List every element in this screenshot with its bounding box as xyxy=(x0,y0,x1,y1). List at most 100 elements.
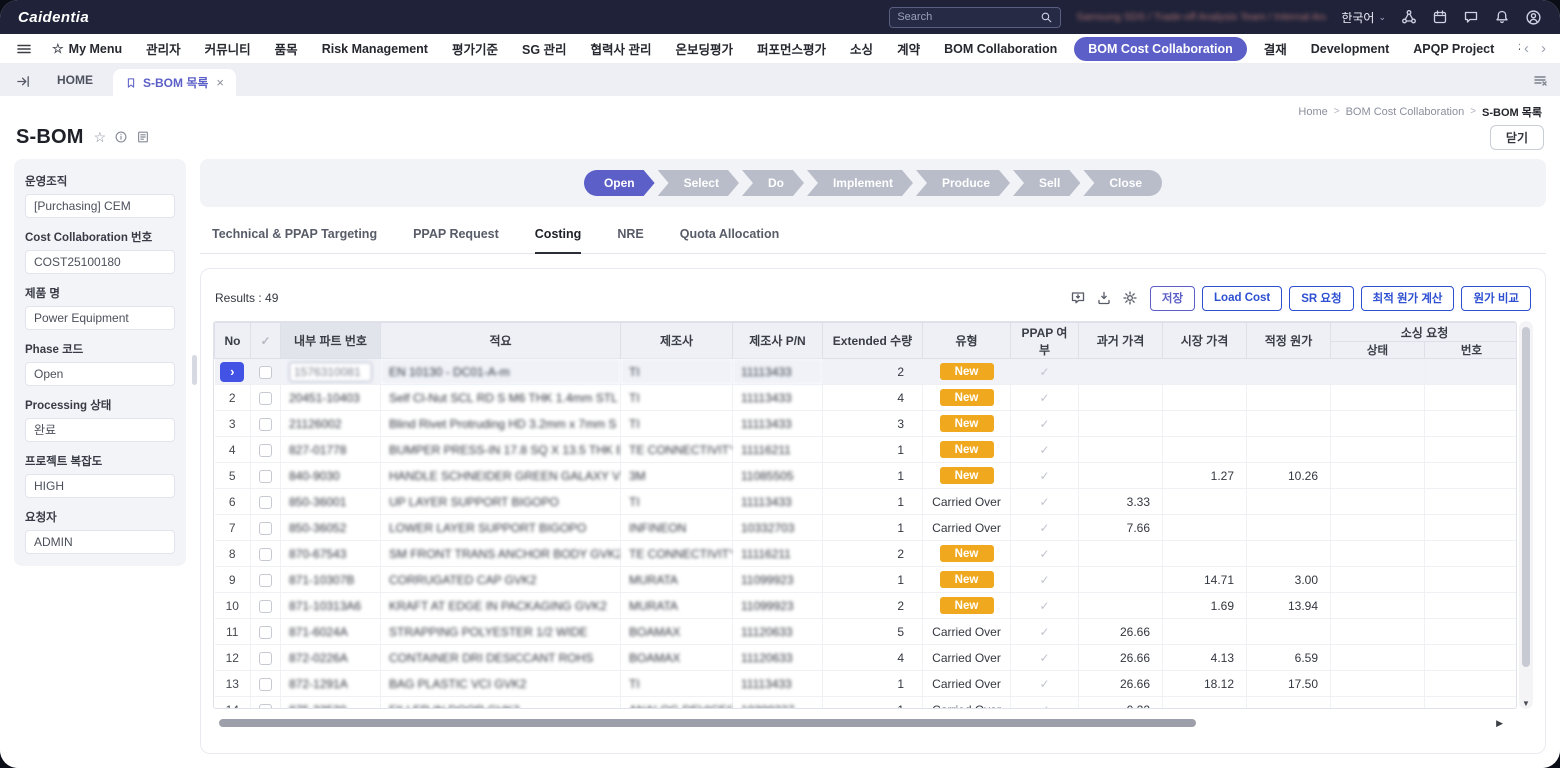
search-input[interactable] xyxy=(897,11,1040,23)
tab-quota-allocation[interactable]: Quota Allocation xyxy=(680,227,780,253)
horizontal-scrollbar-thumb[interactable] xyxy=(219,719,1196,727)
menu-item-apqp-project[interactable]: APQP Project xyxy=(1401,42,1506,56)
row-checkbox[interactable] xyxy=(259,444,272,457)
calendar-icon[interactable] xyxy=(1432,9,1448,25)
menu-item-온보딩평가[interactable]: 온보딩평가 xyxy=(664,39,746,58)
row-checkbox[interactable] xyxy=(259,392,272,405)
field-value-input[interactable]: 완료 xyxy=(25,418,175,442)
table-row[interactable]: 8870-67543SM FRONT TRANS ANCHOR BODY GVK… xyxy=(215,541,1518,567)
field-value-input[interactable]: Power Equipment xyxy=(25,306,175,330)
table-row[interactable]: 321126002Blind Rivet Protruding HD 3.2mm… xyxy=(215,411,1518,437)
breadcrumb-item[interactable]: S-BOM 목록 xyxy=(1482,104,1542,120)
phase-step-implement[interactable]: Implement xyxy=(807,170,913,196)
table-row[interactable]: 13872-1291ABAG PLASTIC VCI GVK2TI1111343… xyxy=(215,671,1518,697)
table-row[interactable]: 14875-33530FILLER IN DOOR GVK2ANALOG DEV… xyxy=(215,697,1518,710)
phase-step-select[interactable]: Select xyxy=(658,170,739,196)
column-header-sourcing-status[interactable]: 상태 xyxy=(1331,342,1425,359)
menu-item-결[interactable]: 결 xyxy=(1506,39,1520,58)
menu-item-결재[interactable]: 결재 xyxy=(1252,39,1299,58)
favorite-star-icon[interactable]: ☆ xyxy=(94,129,107,146)
tab-home[interactable]: HOME xyxy=(41,73,109,87)
table-row[interactable]: 5840-9030HANDLE SCHNEIDER GREEN GALAXY V… xyxy=(215,463,1518,489)
scroll-down-icon[interactable]: ▼ xyxy=(1519,699,1533,708)
column-header-mfr[interactable]: 제조사 xyxy=(621,323,733,359)
menu-scroll-left-icon[interactable]: ‹ xyxy=(1524,40,1529,57)
menu-item-bom-collaboration[interactable]: BOM Collaboration xyxy=(932,42,1069,56)
row-checkbox[interactable] xyxy=(259,548,272,561)
menu-item-sg-관리[interactable]: SG 관리 xyxy=(510,39,579,58)
settings-gear-icon[interactable] xyxy=(1122,290,1138,306)
row-checkbox[interactable] xyxy=(259,652,272,665)
row-checkbox[interactable] xyxy=(259,366,272,379)
global-search[interactable] xyxy=(889,7,1061,28)
collapse-sidebar-icon[interactable] xyxy=(16,74,31,89)
menu-item-development[interactable]: Development xyxy=(1299,42,1402,56)
scroll-right-icon[interactable]: ▶ xyxy=(1496,718,1503,729)
close-page-button[interactable]: 닫기 xyxy=(1490,125,1544,150)
row-checkbox[interactable] xyxy=(259,678,272,691)
column-header-sourcing-no[interactable]: 번호 xyxy=(1425,342,1518,359)
row-checkbox[interactable] xyxy=(259,522,272,535)
field-value-input[interactable]: Open xyxy=(25,362,175,386)
tab-nre[interactable]: NRE xyxy=(617,227,643,253)
close-all-tabs-icon[interactable] xyxy=(1532,72,1548,88)
table-row[interactable]: 7850-36052LOWER LAYER SUPPORT BIGOPOINFI… xyxy=(215,515,1518,541)
table-row[interactable]: ›1576310081EN 10130 - DC01-A-mTI11113433… xyxy=(215,359,1518,385)
field-value-input[interactable]: [Purchasing] CEM xyxy=(25,194,175,218)
summary-icon[interactable] xyxy=(136,130,150,144)
column-header-no[interactable]: No xyxy=(215,323,251,359)
panel-resizer[interactable] xyxy=(192,355,197,385)
menu-item-품목[interactable]: 품목 xyxy=(263,39,310,58)
breadcrumb-item[interactable]: Home xyxy=(1298,106,1327,118)
search-icon[interactable] xyxy=(1040,11,1053,24)
tab-ppap-request[interactable]: PPAP Request xyxy=(413,227,499,253)
menu-scroll-right-icon[interactable]: › xyxy=(1541,40,1546,57)
action-button-load-cost[interactable]: Load Cost xyxy=(1202,286,1282,311)
feedback-icon[interactable] xyxy=(1070,290,1086,306)
tab-close-icon[interactable]: × xyxy=(216,75,224,90)
hamburger-menu-icon[interactable] xyxy=(16,41,32,57)
table-row[interactable]: 11871-6024ASTRAPPING POLYESTER 1/2 WIDEB… xyxy=(215,619,1518,645)
table-row[interactable]: 9871-10307BCORRUGATED CAP GVK2MURATA1109… xyxy=(215,567,1518,593)
language-selector[interactable]: 한국어 ⌄ xyxy=(1341,9,1386,26)
profile-icon[interactable] xyxy=(1525,9,1542,26)
menu-item-my-menu[interactable]: ☆My Menu xyxy=(40,41,134,57)
breadcrumb-item[interactable]: BOM Cost Collaboration xyxy=(1346,106,1465,118)
table-row[interactable]: 10871-10313A6KRAFT AT EDGE IN PACKAGING … xyxy=(215,593,1518,619)
action-button-저장[interactable]: 저장 xyxy=(1150,286,1195,311)
phase-step-do[interactable]: Do xyxy=(742,170,804,196)
menu-item-커뮤니티[interactable]: 커뮤니티 xyxy=(193,39,263,58)
column-header-market-price[interactable]: 시장 가격 xyxy=(1163,323,1247,359)
row-checkbox[interactable] xyxy=(259,574,272,587)
phase-step-sell[interactable]: Sell xyxy=(1013,170,1080,196)
menu-item-소싱[interactable]: 소싱 xyxy=(838,39,885,58)
column-header-target-cost[interactable]: 적정 원가 xyxy=(1247,323,1331,359)
info-icon[interactable] xyxy=(114,130,128,144)
column-header-mfr-pn[interactable]: 제조사 P/N xyxy=(733,323,823,359)
field-value-input[interactable]: COST25100180 xyxy=(25,250,175,274)
horizontal-scrollbar[interactable]: ▶ xyxy=(215,717,1501,729)
column-header-select-all[interactable]: ✓ xyxy=(251,323,281,359)
vertical-scrollbar-thumb[interactable] xyxy=(1522,327,1530,667)
field-value-input[interactable]: ADMIN xyxy=(25,530,175,554)
field-value-input[interactable]: HIGH xyxy=(25,474,175,498)
share-network-icon[interactable] xyxy=(1401,9,1417,25)
row-checkbox[interactable] xyxy=(259,704,272,709)
table-row[interactable]: 6850-36001UP LAYER SUPPORT BIGOPOTI11113… xyxy=(215,489,1518,515)
menu-item-관리자[interactable]: 관리자 xyxy=(134,39,193,58)
download-icon[interactable] xyxy=(1096,290,1112,306)
table-row[interactable]: 220451-10403Self Cl-Nut SCL RD S M6 THK … xyxy=(215,385,1518,411)
phase-step-open[interactable]: Open xyxy=(584,170,655,196)
menu-item-협력사-관리[interactable]: 협력사 관리 xyxy=(579,39,664,58)
vertical-scrollbar[interactable]: ▼ xyxy=(1519,321,1533,709)
action-button-최적-원가-계산[interactable]: 최적 원가 계산 xyxy=(1361,286,1455,311)
row-checkbox[interactable] xyxy=(259,418,272,431)
column-header-past-price[interactable]: 과거 가격 xyxy=(1079,323,1163,359)
phase-step-close[interactable]: Close xyxy=(1083,170,1162,196)
column-header-part[interactable]: 내부 파트 번호 xyxy=(281,323,381,359)
tab-technical-ppap-targeting[interactable]: Technical & PPAP Targeting xyxy=(212,227,377,253)
notification-bell-icon[interactable] xyxy=(1494,9,1510,25)
row-checkbox[interactable] xyxy=(259,626,272,639)
tab-costing[interactable]: Costing xyxy=(535,227,582,254)
column-header-ppap[interactable]: PPAP 여부 xyxy=(1011,323,1079,359)
